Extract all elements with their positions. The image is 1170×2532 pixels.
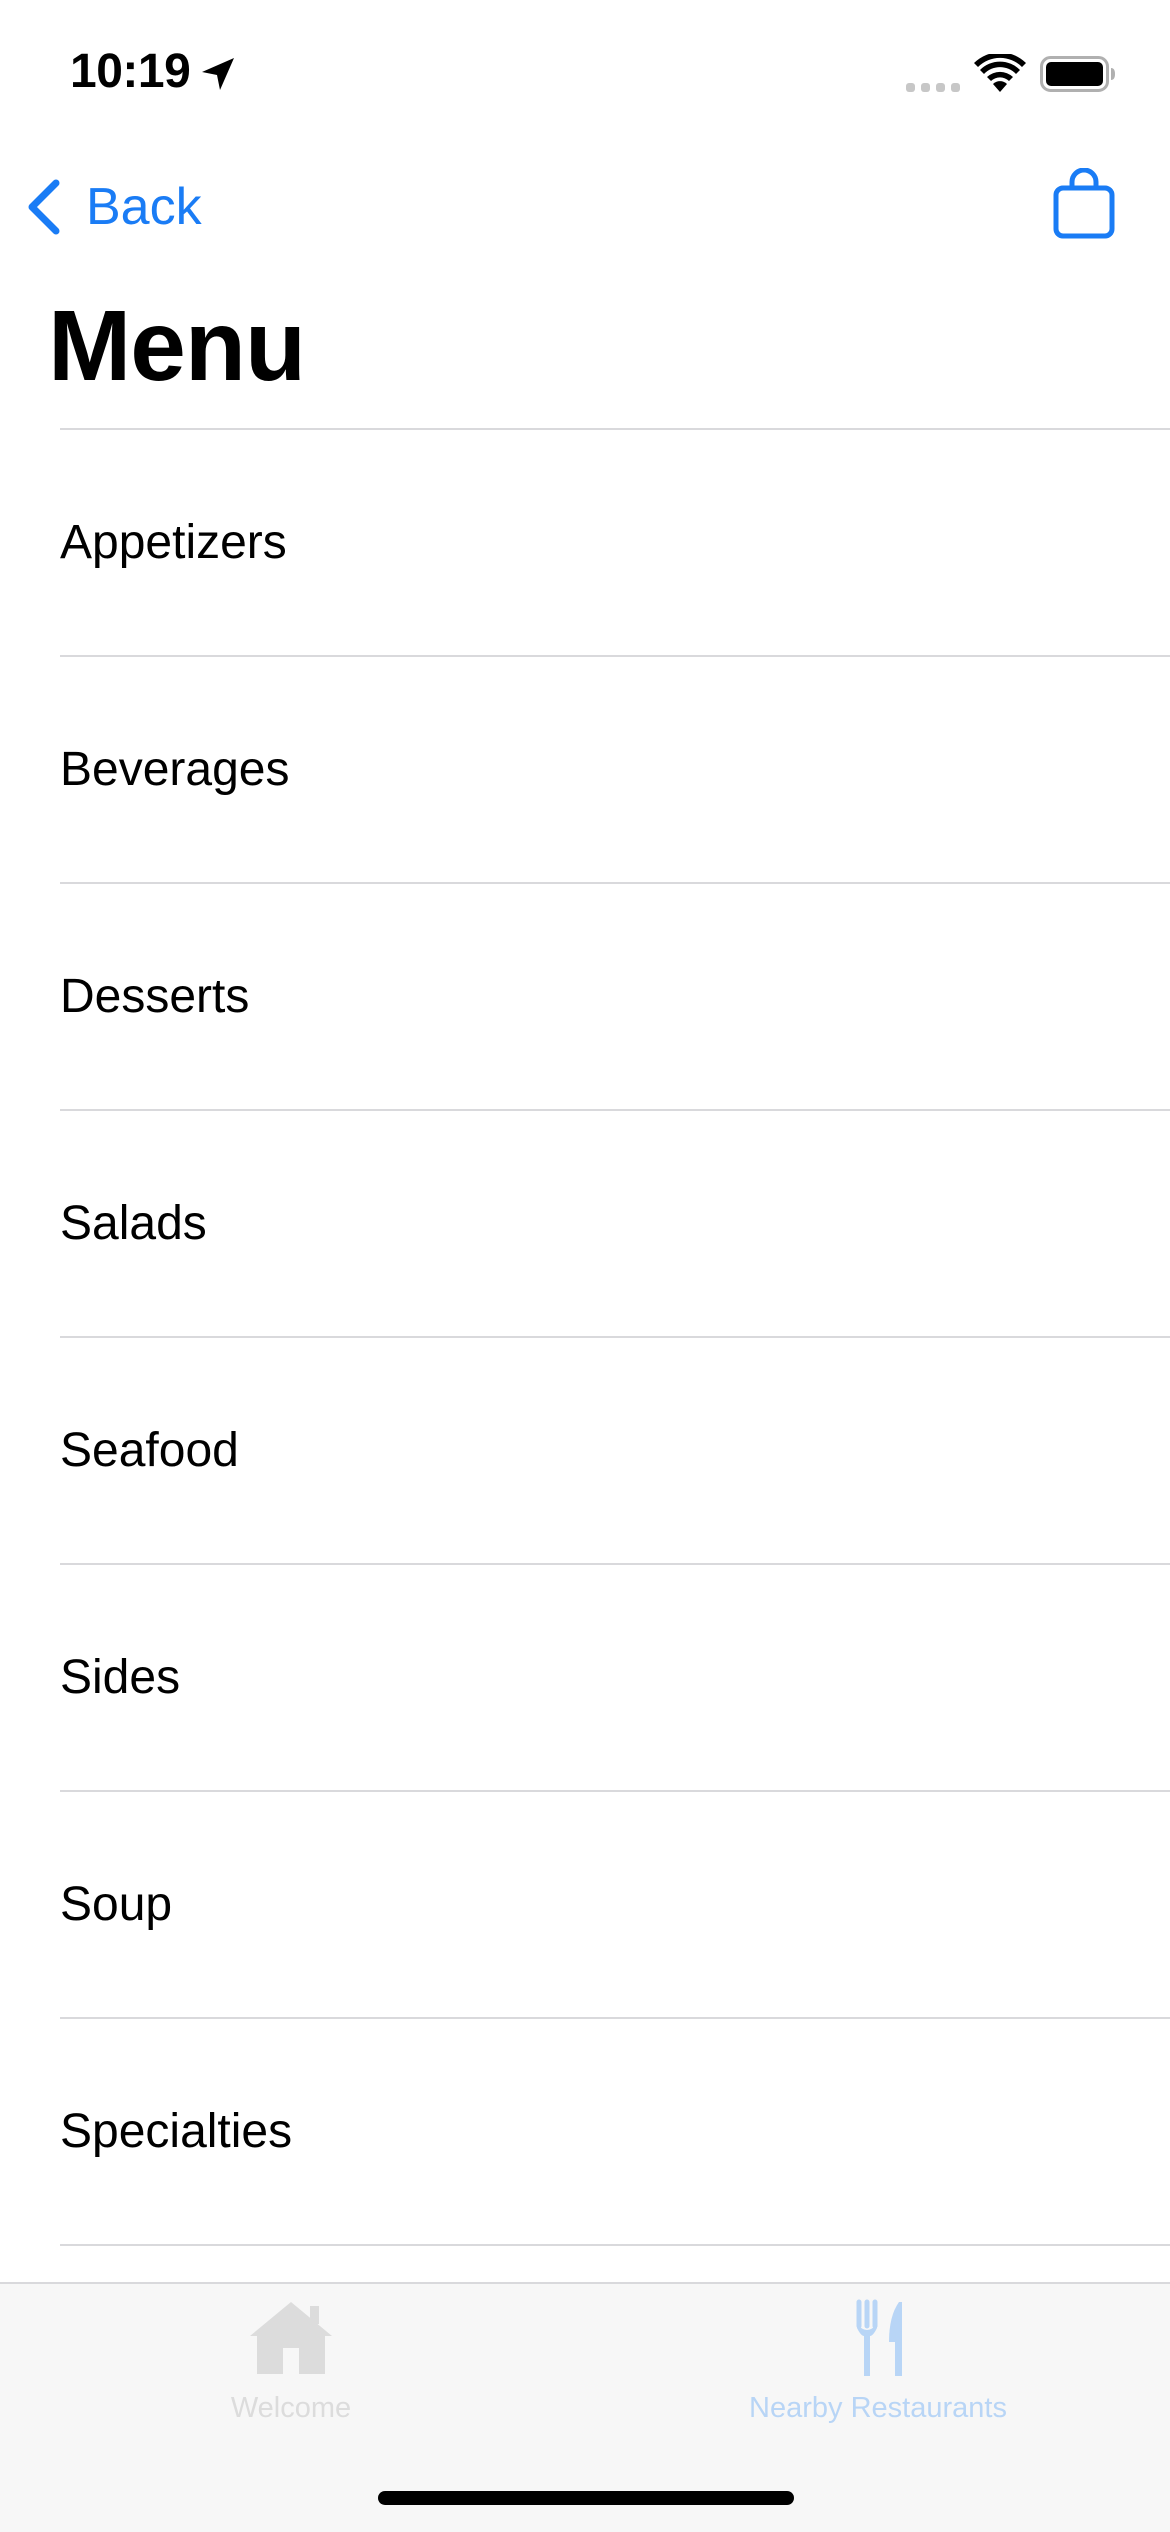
menu-item-soup[interactable]: Soup [0, 1792, 1170, 2017]
status-time: 10:19 [70, 45, 191, 98]
house-icon [250, 2302, 332, 2374]
home-indicator [378, 2491, 794, 2505]
menu-item-sides[interactable]: Sides [0, 1565, 1170, 1790]
menu-item-label: Desserts [60, 970, 250, 1023]
cellular-signal-icon [906, 83, 960, 92]
tab-label: Nearby Restaurants [749, 2392, 1007, 2424]
menu-item-appetizers[interactable]: Appetizers [0, 430, 1170, 655]
menu-item-label: Sides [60, 1651, 181, 1704]
menu-item-seafood[interactable]: Seafood [0, 1338, 1170, 1563]
fork-knife-icon [856, 2299, 902, 2376]
menu-item-label: Appetizers [60, 516, 287, 569]
back-label: Back [86, 178, 202, 236]
tab-nearby-restaurants[interactable]: Nearby Restaurants [673, 2284, 1083, 2444]
list-divider [60, 2244, 1170, 2246]
tab-label: Welcome [230, 2392, 352, 2424]
shopping-bag-icon [1053, 167, 1115, 239]
status-bar: 10:19 [0, 0, 1170, 140]
cart-button[interactable] [1052, 167, 1116, 240]
battery-icon [1040, 56, 1115, 92]
screen: 10:19 Back Menu Appetizers Beverages Des… [0, 0, 1170, 2532]
menu-item-desserts[interactable]: Desserts [0, 884, 1170, 1109]
menu-list: Appetizers Beverages Desserts Salads Sea… [0, 428, 1170, 2246]
page-title: Menu [48, 290, 306, 402]
wifi-icon [974, 54, 1026, 92]
menu-item-label: Specialties [60, 2105, 293, 2158]
back-button[interactable]: Back [22, 172, 202, 242]
menu-item-label: Beverages [60, 743, 290, 796]
menu-item-salads[interactable]: Salads [0, 1111, 1170, 1336]
menu-item-beverages[interactable]: Beverages [0, 657, 1170, 882]
menu-item-label: Soup [60, 1878, 173, 1931]
location-arrow-icon [202, 58, 234, 90]
menu-item-specialties[interactable]: Specialties [0, 2019, 1170, 2244]
menu-item-label: Seafood [60, 1424, 239, 1477]
menu-item-label: Salads [60, 1197, 207, 1250]
tab-welcome[interactable]: Welcome [141, 2284, 441, 2444]
chevron-left-icon [28, 179, 60, 235]
